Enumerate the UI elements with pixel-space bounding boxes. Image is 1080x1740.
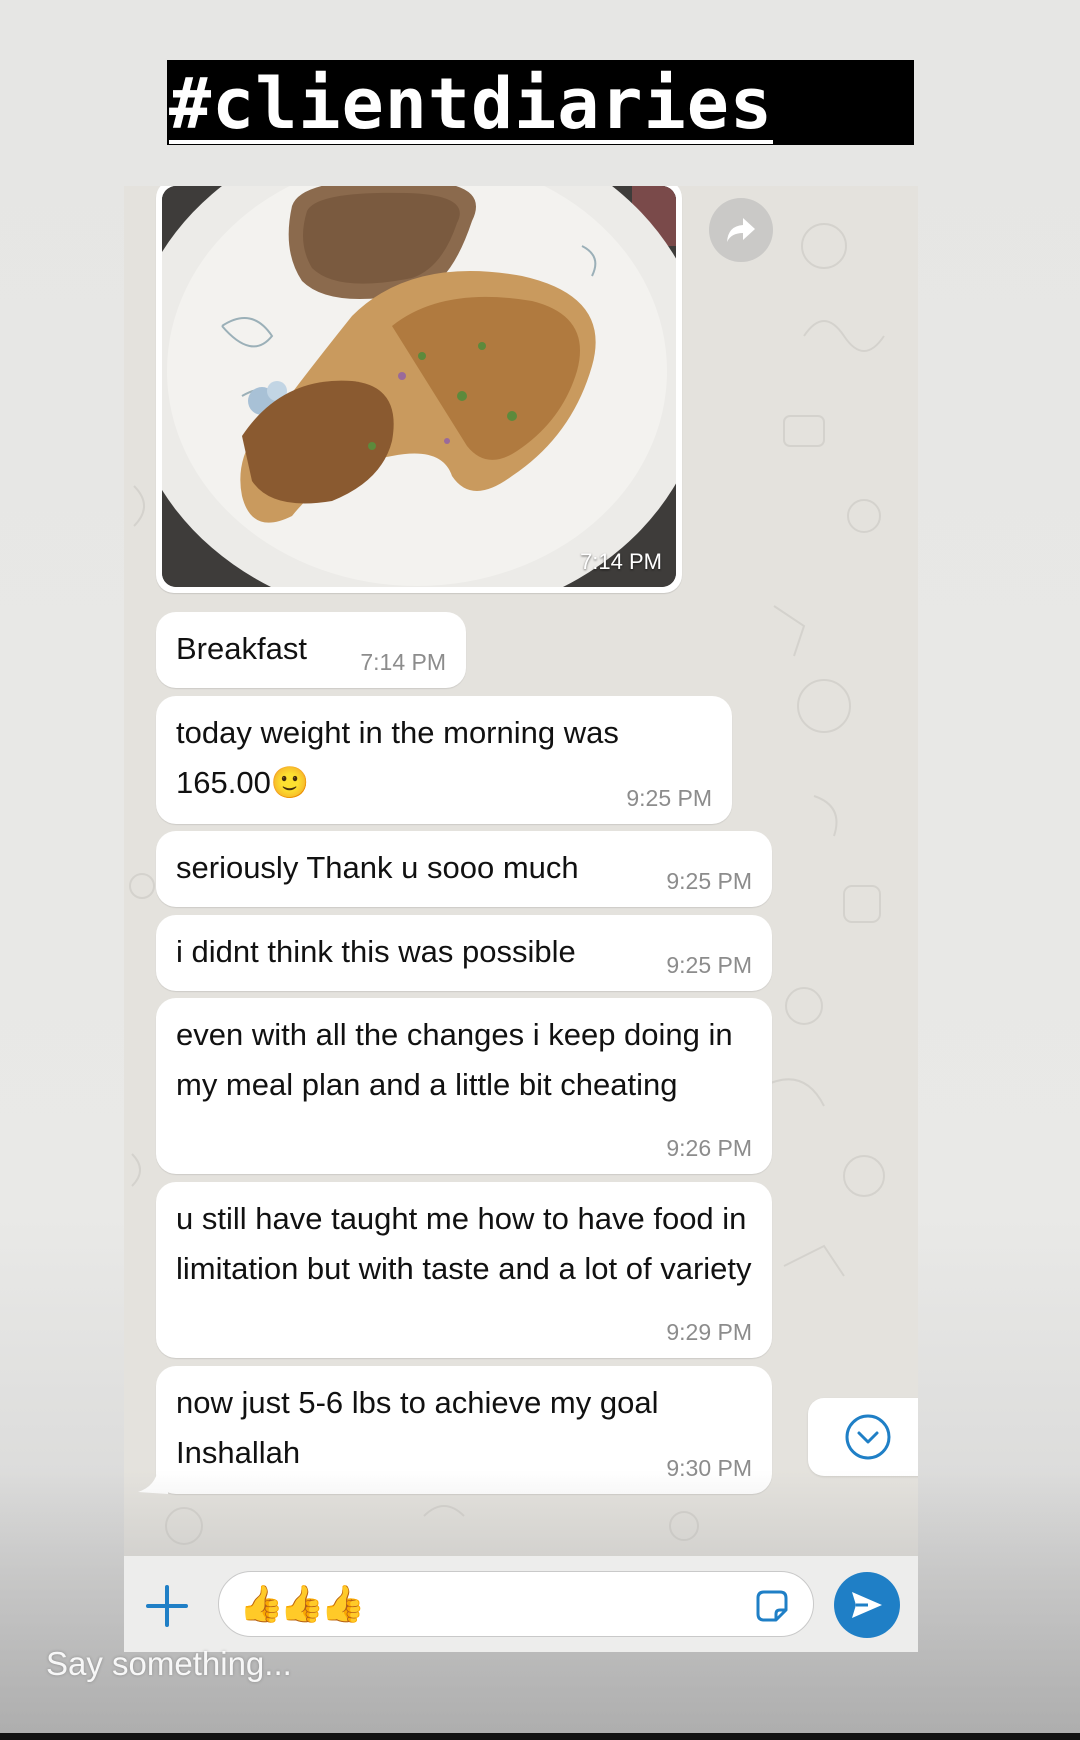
message-time: 9:29 PM <box>666 1319 752 1345</box>
story-title-banner: #clientdiaries <box>167 60 914 145</box>
bottom-edge <box>0 1733 1080 1740</box>
sticker-icon[interactable] <box>752 1586 792 1626</box>
send-button[interactable] <box>834 1572 900 1638</box>
message-time: 9:25 PM <box>626 785 712 811</box>
image-message[interactable]: 7:14 PM <box>156 186 682 593</box>
message-bubble[interactable]: today weight in the morning was 165.00🙂 … <box>156 696 732 824</box>
message-text: even with all the changes i keep doing i… <box>176 1017 733 1102</box>
image-timestamp: 7:14 PM <box>580 549 662 574</box>
plus-icon[interactable] <box>144 1583 190 1629</box>
message-bubble[interactable]: even with all the changes i keep doing i… <box>156 998 772 1174</box>
message-text: u still have taught me how to have food … <box>176 1201 752 1286</box>
message-time: 9:25 PM <box>666 868 752 894</box>
breakfast-photo[interactable]: 7:14 PM <box>162 186 676 587</box>
message-bubble[interactable]: seriously Thank u sooo much 9:25 PM <box>156 831 772 907</box>
message-text: today weight in the morning was 165.00🙂 <box>176 715 619 800</box>
chevron-down-circle-icon <box>845 1414 891 1460</box>
message-time: 7:14 PM <box>360 649 446 675</box>
message-text: now just 5-6 lbs to achieve my goal Insh… <box>176 1385 659 1470</box>
send-icon <box>852 1592 882 1618</box>
message-bubble[interactable]: Breakfast 7:14 PM <box>156 612 466 688</box>
scroll-to-bottom-button[interactable] <box>808 1398 918 1476</box>
forward-button[interactable] <box>709 198 773 262</box>
forward-icon <box>727 218 755 242</box>
chat-screenshot: 7:14 PM Breakfast 7:14 PM today weight i… <box>124 186 918 1556</box>
message-time: 9:26 PM <box>666 1135 752 1161</box>
message-input[interactable]: 👍👍👍 <box>218 1571 814 1637</box>
story-reply-placeholder[interactable]: Say something... <box>46 1645 292 1683</box>
story-title: #clientdiaries <box>169 62 774 145</box>
message-bubble[interactable]: u still have taught me how to have food … <box>156 1182 772 1358</box>
message-bubble[interactable]: i didnt think this was possible 9:25 PM <box>156 915 772 991</box>
message-input-value: 👍👍👍 <box>239 1583 366 1624</box>
message-time: 9:25 PM <box>666 952 752 978</box>
